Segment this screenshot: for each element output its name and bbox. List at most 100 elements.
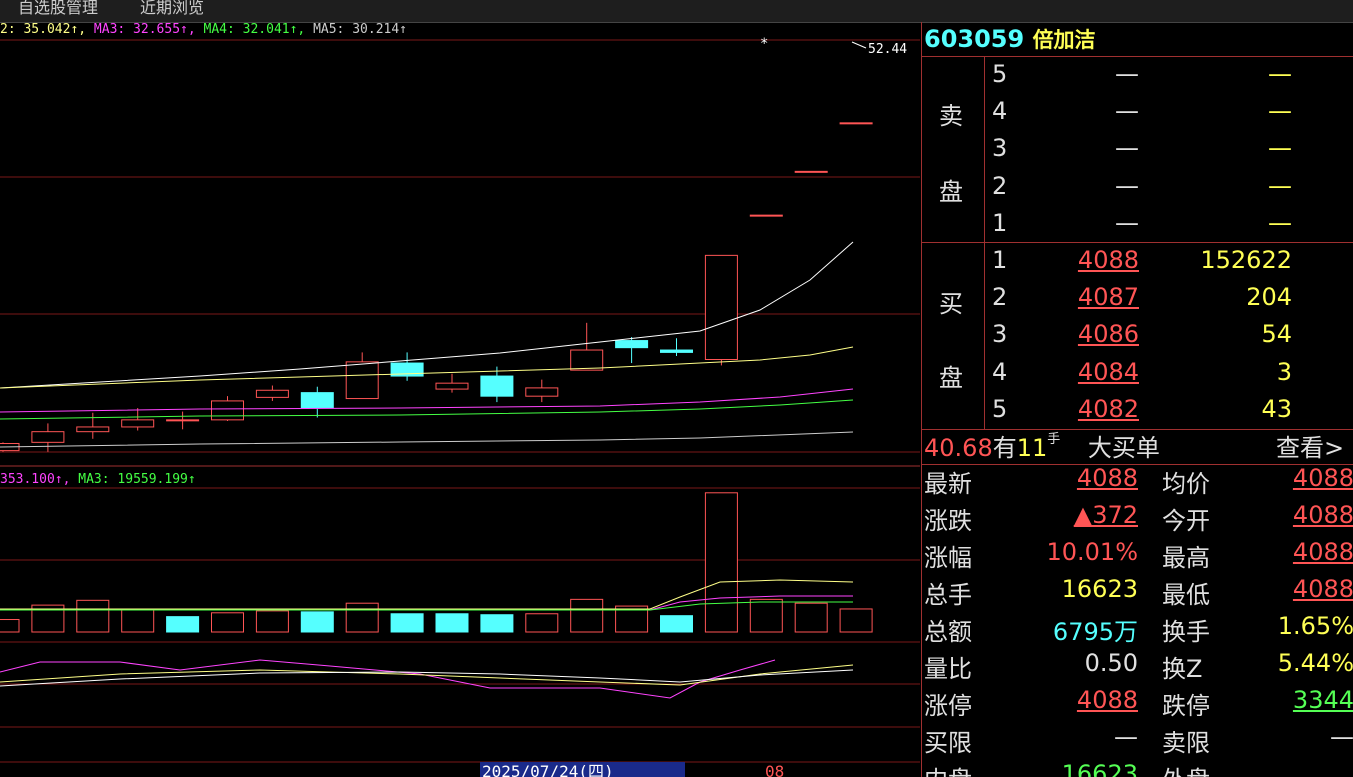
view-big-orders-link[interactable]: 查看> [1276, 428, 1344, 463]
candle [794, 170, 828, 173]
stat-value: — [1114, 723, 1138, 751]
stock-header: 603059 倍加洁 [924, 24, 1096, 54]
level-volume: — [1268, 208, 1292, 237]
volume-bar [525, 613, 559, 633]
stat-label: 内盘 [924, 760, 972, 777]
stat-label: 跌停 [1162, 692, 1210, 720]
ma3-line [0, 388, 854, 413]
candle-body [435, 382, 469, 390]
level-price: 4088 [1077, 246, 1139, 274]
star-marker: * [760, 36, 768, 52]
stat-label: 最新 [924, 470, 972, 498]
stat-value: 4088 [1292, 575, 1353, 603]
candle-body [794, 170, 828, 173]
level-number: 4 [992, 97, 1008, 126]
level-price: — [1115, 97, 1139, 126]
level-number: 3 [992, 320, 1008, 349]
candle-body [525, 387, 559, 397]
menu-watchlist[interactable]: 自选股管理 [18, 0, 98, 18]
stat-label: 最低 [1162, 581, 1210, 609]
volume-bar [76, 599, 110, 633]
level-volume: 3 [1276, 357, 1292, 386]
level-price: 4084 [1077, 357, 1139, 386]
candle-body [300, 392, 334, 409]
candle-body [660, 349, 693, 353]
candle-body [211, 400, 244, 421]
stat-label: 买限 [924, 729, 972, 757]
stat-label: 涨跌 [924, 507, 972, 535]
level-volume: — [1268, 171, 1292, 200]
volume-bar [794, 602, 828, 633]
level-volume: 54 [1261, 320, 1292, 349]
stat-label: 今开 [1162, 507, 1210, 535]
buy-level-row[interactable]: 4 4084 3 [922, 358, 1353, 394]
level-volume: 204 [1246, 283, 1292, 312]
candle [255, 385, 289, 401]
volume-bar [255, 610, 289, 633]
sell-level-row[interactable]: 1 — — [922, 209, 1353, 245]
stat-value: 3344 [1292, 686, 1353, 714]
stat-label: 总手 [924, 581, 972, 609]
stat-label: 量比 [924, 655, 972, 683]
stat-label: 均价 [1162, 470, 1210, 498]
stat-label: 涨停 [924, 692, 972, 720]
candle [435, 373, 469, 393]
level-volume: 43 [1261, 394, 1292, 423]
big-order-bar[interactable]: 40.68有11手 大买单 [924, 428, 1160, 463]
candle [570, 322, 604, 371]
level-price: 4087 [1077, 283, 1139, 312]
candle-body [749, 214, 783, 217]
candle [76, 412, 110, 439]
candle [31, 423, 65, 452]
level-volume: — [1268, 60, 1292, 88]
ma4-line [0, 399, 854, 420]
stat-label: 卖限 [1162, 729, 1210, 757]
candle [166, 411, 200, 430]
sell-level-row[interactable]: 5 — — [922, 60, 1353, 96]
candle [704, 254, 738, 366]
volume-bar [570, 598, 604, 633]
level-number: 2 [992, 283, 1008, 312]
stats-row: 买限 — 卖限 — [922, 723, 1353, 760]
candle-body [255, 389, 289, 398]
menu-recent[interactable]: 近期浏览 [140, 0, 204, 18]
high-price-label: 52.44 [868, 42, 907, 57]
candle-body [570, 349, 604, 371]
candle [839, 122, 873, 125]
stats-row: 总手 16623 最低 4088 [922, 575, 1353, 612]
big-order-unit: 手 [1047, 432, 1061, 447]
candle [390, 352, 424, 381]
sell-level-row[interactable]: 4 — — [922, 97, 1353, 133]
volume-bar [345, 602, 379, 633]
sell-level-row[interactable]: 2 — — [922, 172, 1353, 208]
candle-body [345, 361, 379, 400]
quote-panel: 603059 倍加洁 卖 盘 买 盘 5— —4— —3— —2— —1— —1 4088 1… [921, 22, 1353, 777]
level-number: 2 [992, 171, 1008, 200]
buy-level-row[interactable]: 1 4088 152622 [922, 246, 1353, 282]
level-volume: — [1268, 97, 1292, 126]
kline-chart-area[interactable]: 2: 35.042↑, MA3: 32.655↑, MA4: 32.041↑, … [0, 22, 920, 777]
sell-level-row[interactable]: 3 — — [922, 134, 1353, 170]
stat-value: 5.44% [1277, 649, 1353, 677]
candle [121, 408, 155, 431]
level-volume: 152622 [1200, 246, 1292, 274]
buy-level-row[interactable]: 2 4087 204 [922, 283, 1353, 319]
level-price: — [1115, 208, 1139, 237]
stats-row: 最新 4088 均价 4088 [922, 464, 1353, 501]
buy-level-row[interactable]: 3 4086 54 [922, 320, 1353, 356]
level-price: — [1115, 171, 1139, 200]
candle-body [480, 375, 514, 397]
stat-value: 6795万 [1052, 618, 1138, 646]
buy-level-row[interactable]: 5 4082 43 [922, 395, 1353, 431]
stat-label: 换手 [1162, 618, 1210, 646]
level-price: 4086 [1077, 320, 1139, 349]
stat-value: 1.65% [1277, 612, 1353, 640]
level-price: 4082 [1077, 394, 1139, 423]
candle [615, 337, 649, 364]
axis-month-label: 08 [765, 762, 784, 777]
candle [660, 338, 693, 356]
chart-canvas: * 52.44 2025/07/24(四) 08 [0, 36, 920, 777]
level-number: 4 [992, 357, 1008, 386]
candle-body [615, 340, 649, 349]
big-order-text: 有 [992, 434, 1017, 462]
